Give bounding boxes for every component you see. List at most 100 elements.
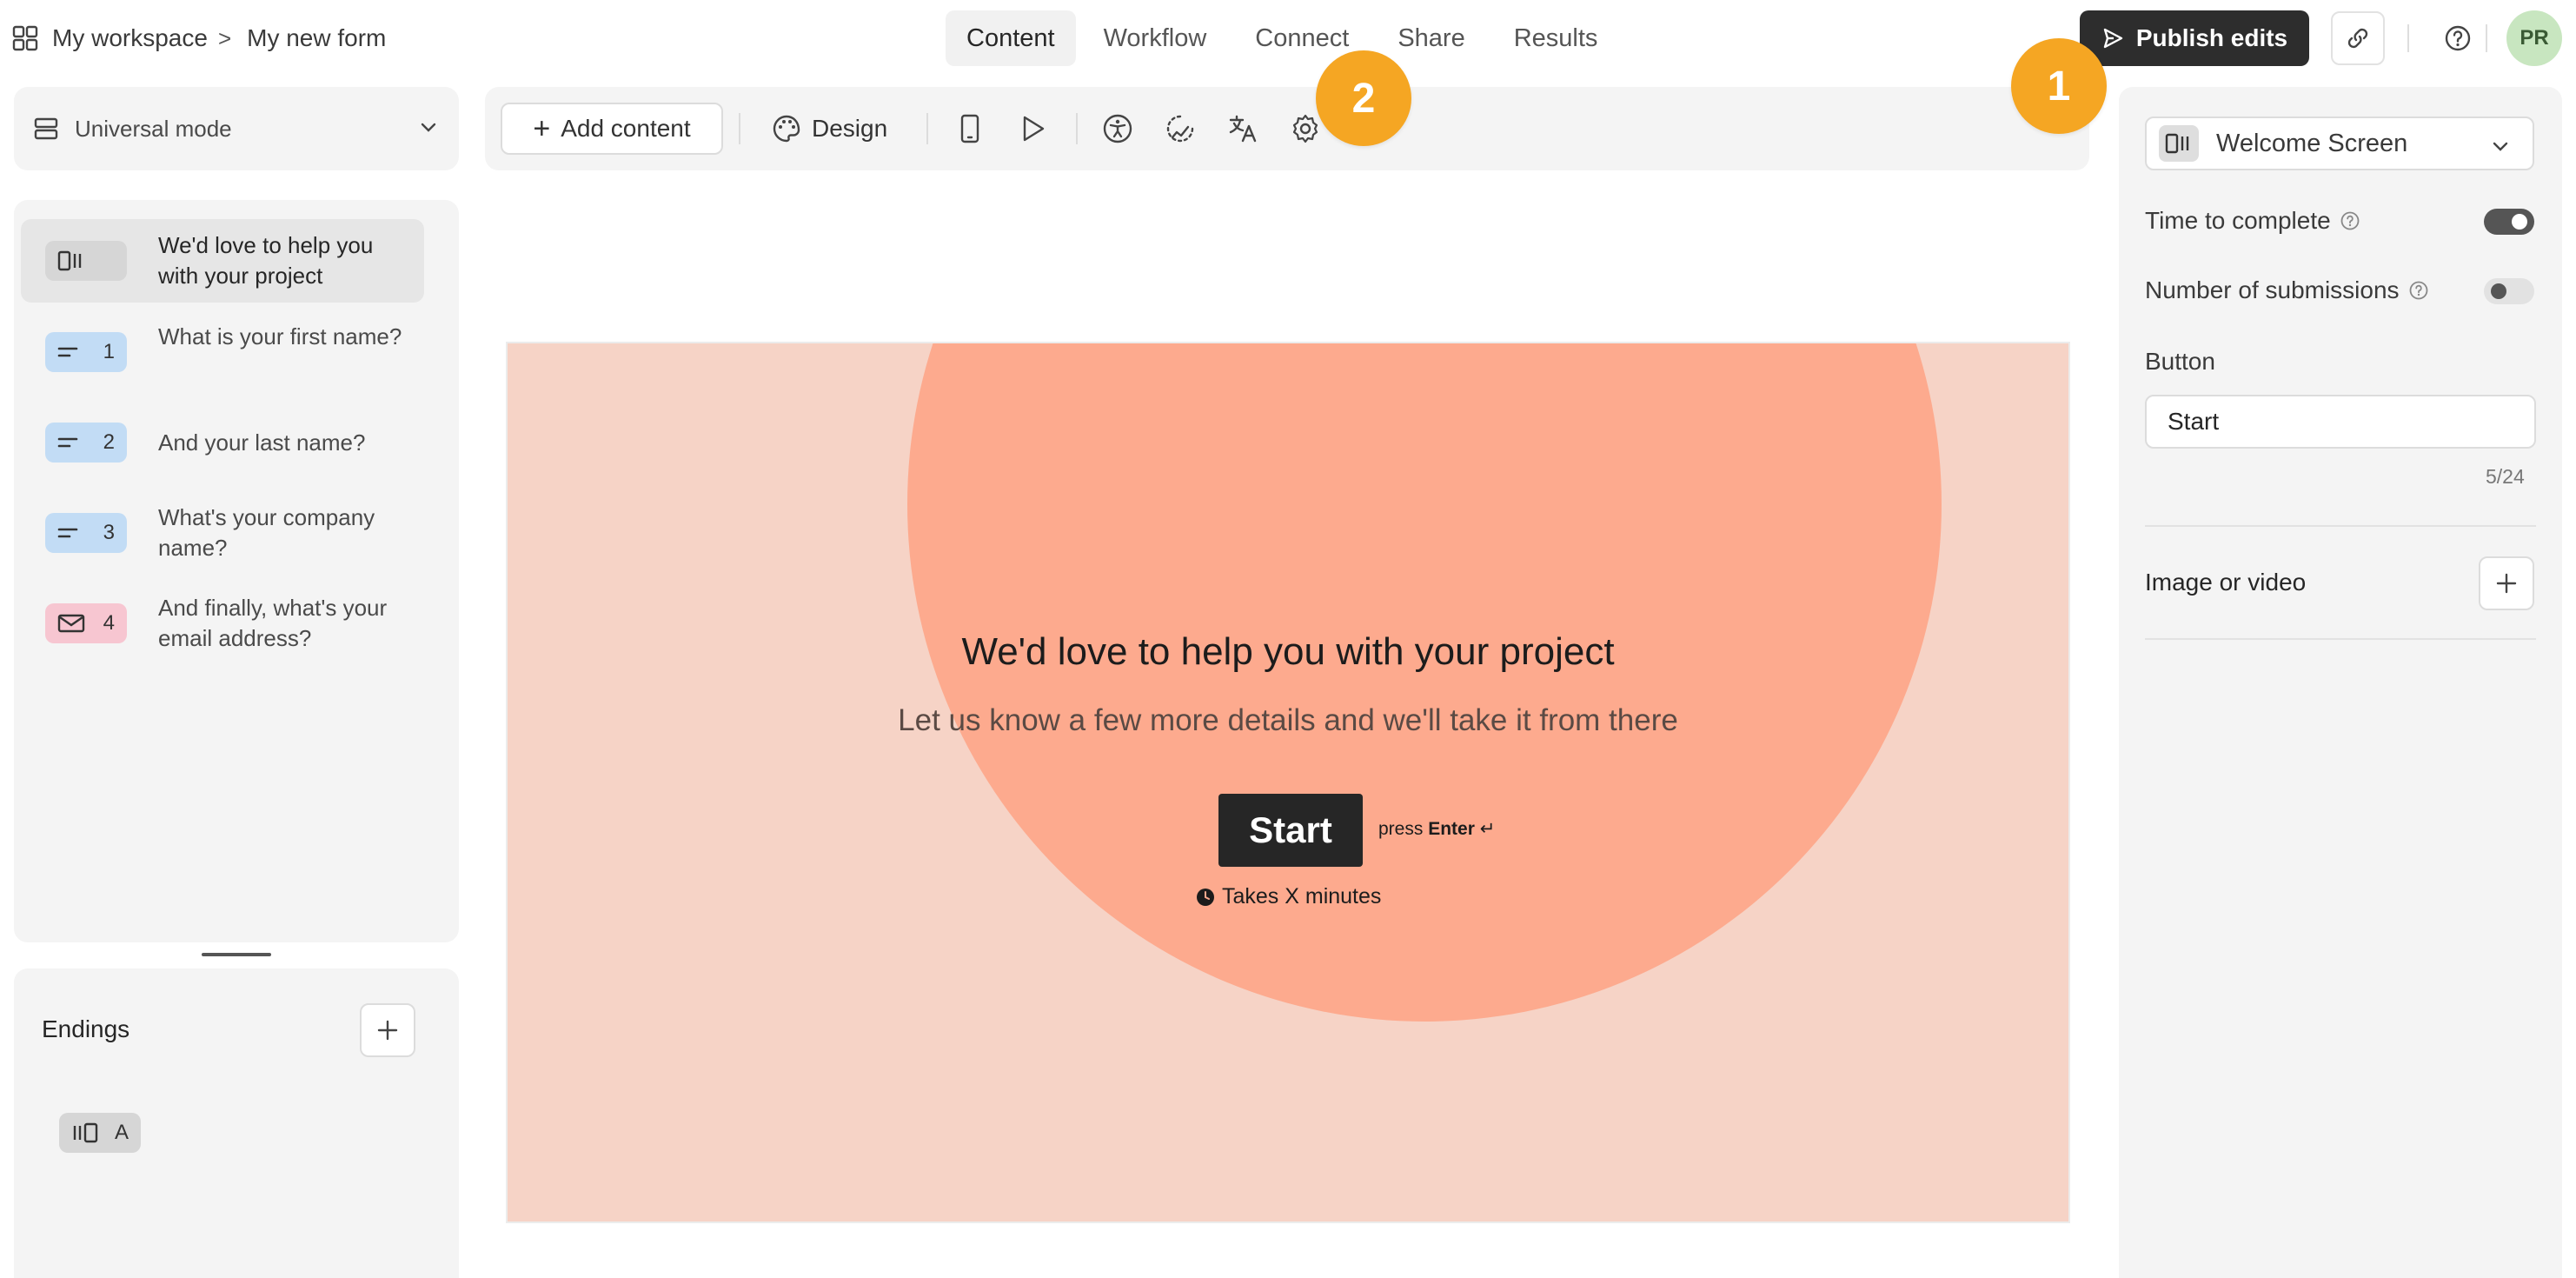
time-text: Takes X minutes <box>1222 884 1382 909</box>
design-label: Design <box>812 115 888 142</box>
step-badge-1: 1 <box>2011 38 2107 134</box>
mobile-preview-button[interactable] <box>953 111 987 146</box>
main-nav-tabs: Content Workflow Connect Share Results <box>946 10 1625 66</box>
panel-divider <box>2145 525 2536 527</box>
question-number: 3 <box>103 521 115 544</box>
button-text-input[interactable] <box>2145 395 2536 449</box>
toggle-knob <box>2491 283 2506 299</box>
press-key: Enter <box>1428 819 1475 839</box>
short-text-icon <box>57 528 78 538</box>
loading-screen-button[interactable] <box>1163 111 1198 146</box>
tab-workflow[interactable]: Workflow <box>1083 10 1228 66</box>
header-divider <box>2407 24 2409 52</box>
question-text: We'd love to help you with your project <box>158 232 374 289</box>
toggle-knob <box>2512 214 2527 230</box>
question-number: 1 <box>103 340 115 363</box>
toolbar-divider <box>926 113 928 144</box>
email-icon <box>57 614 85 633</box>
send-icon <box>2103 28 2123 49</box>
ending-item-a[interactable]: A <box>59 1113 141 1153</box>
header-divider <box>2486 24 2487 52</box>
question-item-4[interactable]: 4 And finally, what's your email address… <box>21 582 424 664</box>
step-badge-2: 2 <box>1316 50 1411 146</box>
translate-icon <box>1229 115 1257 143</box>
tab-results[interactable]: Results <box>1493 10 1619 66</box>
clock-icon <box>1197 888 1214 906</box>
question-number: 4 <box>103 611 115 635</box>
translate-button[interactable] <box>1225 111 1260 146</box>
form-builder-app: My workspace > My new form Content Workf… <box>0 0 2576 1278</box>
play-icon <box>1023 116 1045 142</box>
design-button[interactable]: Design <box>772 103 887 155</box>
preview-play-button[interactable] <box>1015 111 1050 146</box>
toolbar-divider <box>739 113 740 144</box>
breadcrumb-form-name[interactable]: My new form <box>247 24 386 52</box>
time-to-complete-row: Time to complete <box>2145 207 2536 235</box>
info-icon[interactable] <box>2340 210 2360 231</box>
top-bar: My workspace > My new form Content Workf… <box>0 0 2576 77</box>
user-avatar[interactable]: PR <box>2506 10 2562 66</box>
breadcrumb: My workspace > My new form <box>12 17 386 59</box>
question-chip: 1 <box>45 332 127 372</box>
background-circle <box>907 343 1942 1022</box>
chevron-down-icon <box>2493 142 2508 151</box>
question-item-3[interactable]: 3 What's your company name? <box>21 492 424 574</box>
question-chip <box>45 241 127 281</box>
time-to-complete-toggle[interactable] <box>2484 209 2534 235</box>
question-item-1[interactable]: 1 What is your first name? <box>21 311 424 393</box>
ending-letter: A <box>114 1121 129 1144</box>
add-image-button[interactable] <box>2479 556 2534 610</box>
plus-icon <box>2496 573 2517 594</box>
plus-icon: + <box>533 111 551 145</box>
add-content-button[interactable]: + Add content <box>501 103 723 155</box>
short-text-icon <box>57 347 78 357</box>
publish-edits-label: Publish edits <box>2135 24 2288 51</box>
add-content-label: Add content <box>561 115 691 142</box>
help-button[interactable] <box>2431 11 2485 65</box>
form-preview-canvas[interactable]: We'd love to help you with your project … <box>506 342 2070 1223</box>
mode-selector[interactable]: Universal mode <box>14 87 459 170</box>
question-item-welcome[interactable]: We'd love to help you with your project <box>21 219 424 303</box>
question-chip: 4 <box>45 603 127 643</box>
press-prefix: press <box>1378 819 1424 839</box>
copy-link-button[interactable] <box>2331 11 2385 65</box>
breadcrumb-separator: > <box>217 24 232 51</box>
accessibility-button[interactable] <box>1100 111 1135 146</box>
tab-share[interactable]: Share <box>1377 10 1485 66</box>
panel-divider <box>2145 638 2536 640</box>
question-text: And finally, what's your email address? <box>158 595 388 651</box>
enter-key-icon: ↵ <box>1479 819 1496 839</box>
screen-type-select[interactable]: Welcome Screen <box>2145 116 2534 170</box>
welcome-title[interactable]: We'd love to help you with your project <box>508 630 2068 674</box>
submissions-label: Number of submissions <box>2145 276 2400 303</box>
breadcrumb-workspace-link[interactable]: My workspace <box>52 24 208 52</box>
link-icon <box>2347 28 2368 49</box>
accessibility-icon <box>1103 114 1132 143</box>
panel-resize-handle[interactable] <box>202 953 271 956</box>
chevron-down-icon <box>421 123 436 132</box>
endings-title: Endings <box>42 1015 130 1042</box>
press-enter-hint: press Enter ↵ <box>1378 818 1495 840</box>
editor-toolbar: + Add content Design <box>485 87 2089 170</box>
info-icon[interactable] <box>2408 280 2429 301</box>
mobile-preview-icon <box>960 114 979 143</box>
ending-screen-icon <box>73 1122 98 1143</box>
question-text: What is your first name? <box>158 323 402 349</box>
publish-edits-button[interactable]: Publish edits <box>2080 10 2309 66</box>
settings-button[interactable] <box>1288 111 1323 146</box>
submissions-toggle[interactable] <box>2484 278 2534 304</box>
palette-icon <box>773 115 800 143</box>
help-icon <box>2445 25 2471 51</box>
time-to-complete-note: Takes X minutes <box>1196 884 1381 909</box>
button-text-label: Button <box>2145 348 2215 375</box>
welcome-screen-icon <box>2159 125 2199 162</box>
image-or-video-label: Image or video <box>2145 569 2307 596</box>
add-ending-button[interactable] <box>360 1003 415 1057</box>
apps-grid-icon[interactable] <box>12 25 38 51</box>
start-button[interactable]: Start <box>1218 794 1363 867</box>
welcome-subtitle[interactable]: Let us know a few more details and we'll… <box>508 703 2068 738</box>
mode-label: Universal mode <box>75 115 232 142</box>
character-counter: 5/24 <box>2486 465 2525 488</box>
question-item-2[interactable]: 2 And your last name? <box>21 402 424 483</box>
tab-content[interactable]: Content <box>946 10 1076 66</box>
